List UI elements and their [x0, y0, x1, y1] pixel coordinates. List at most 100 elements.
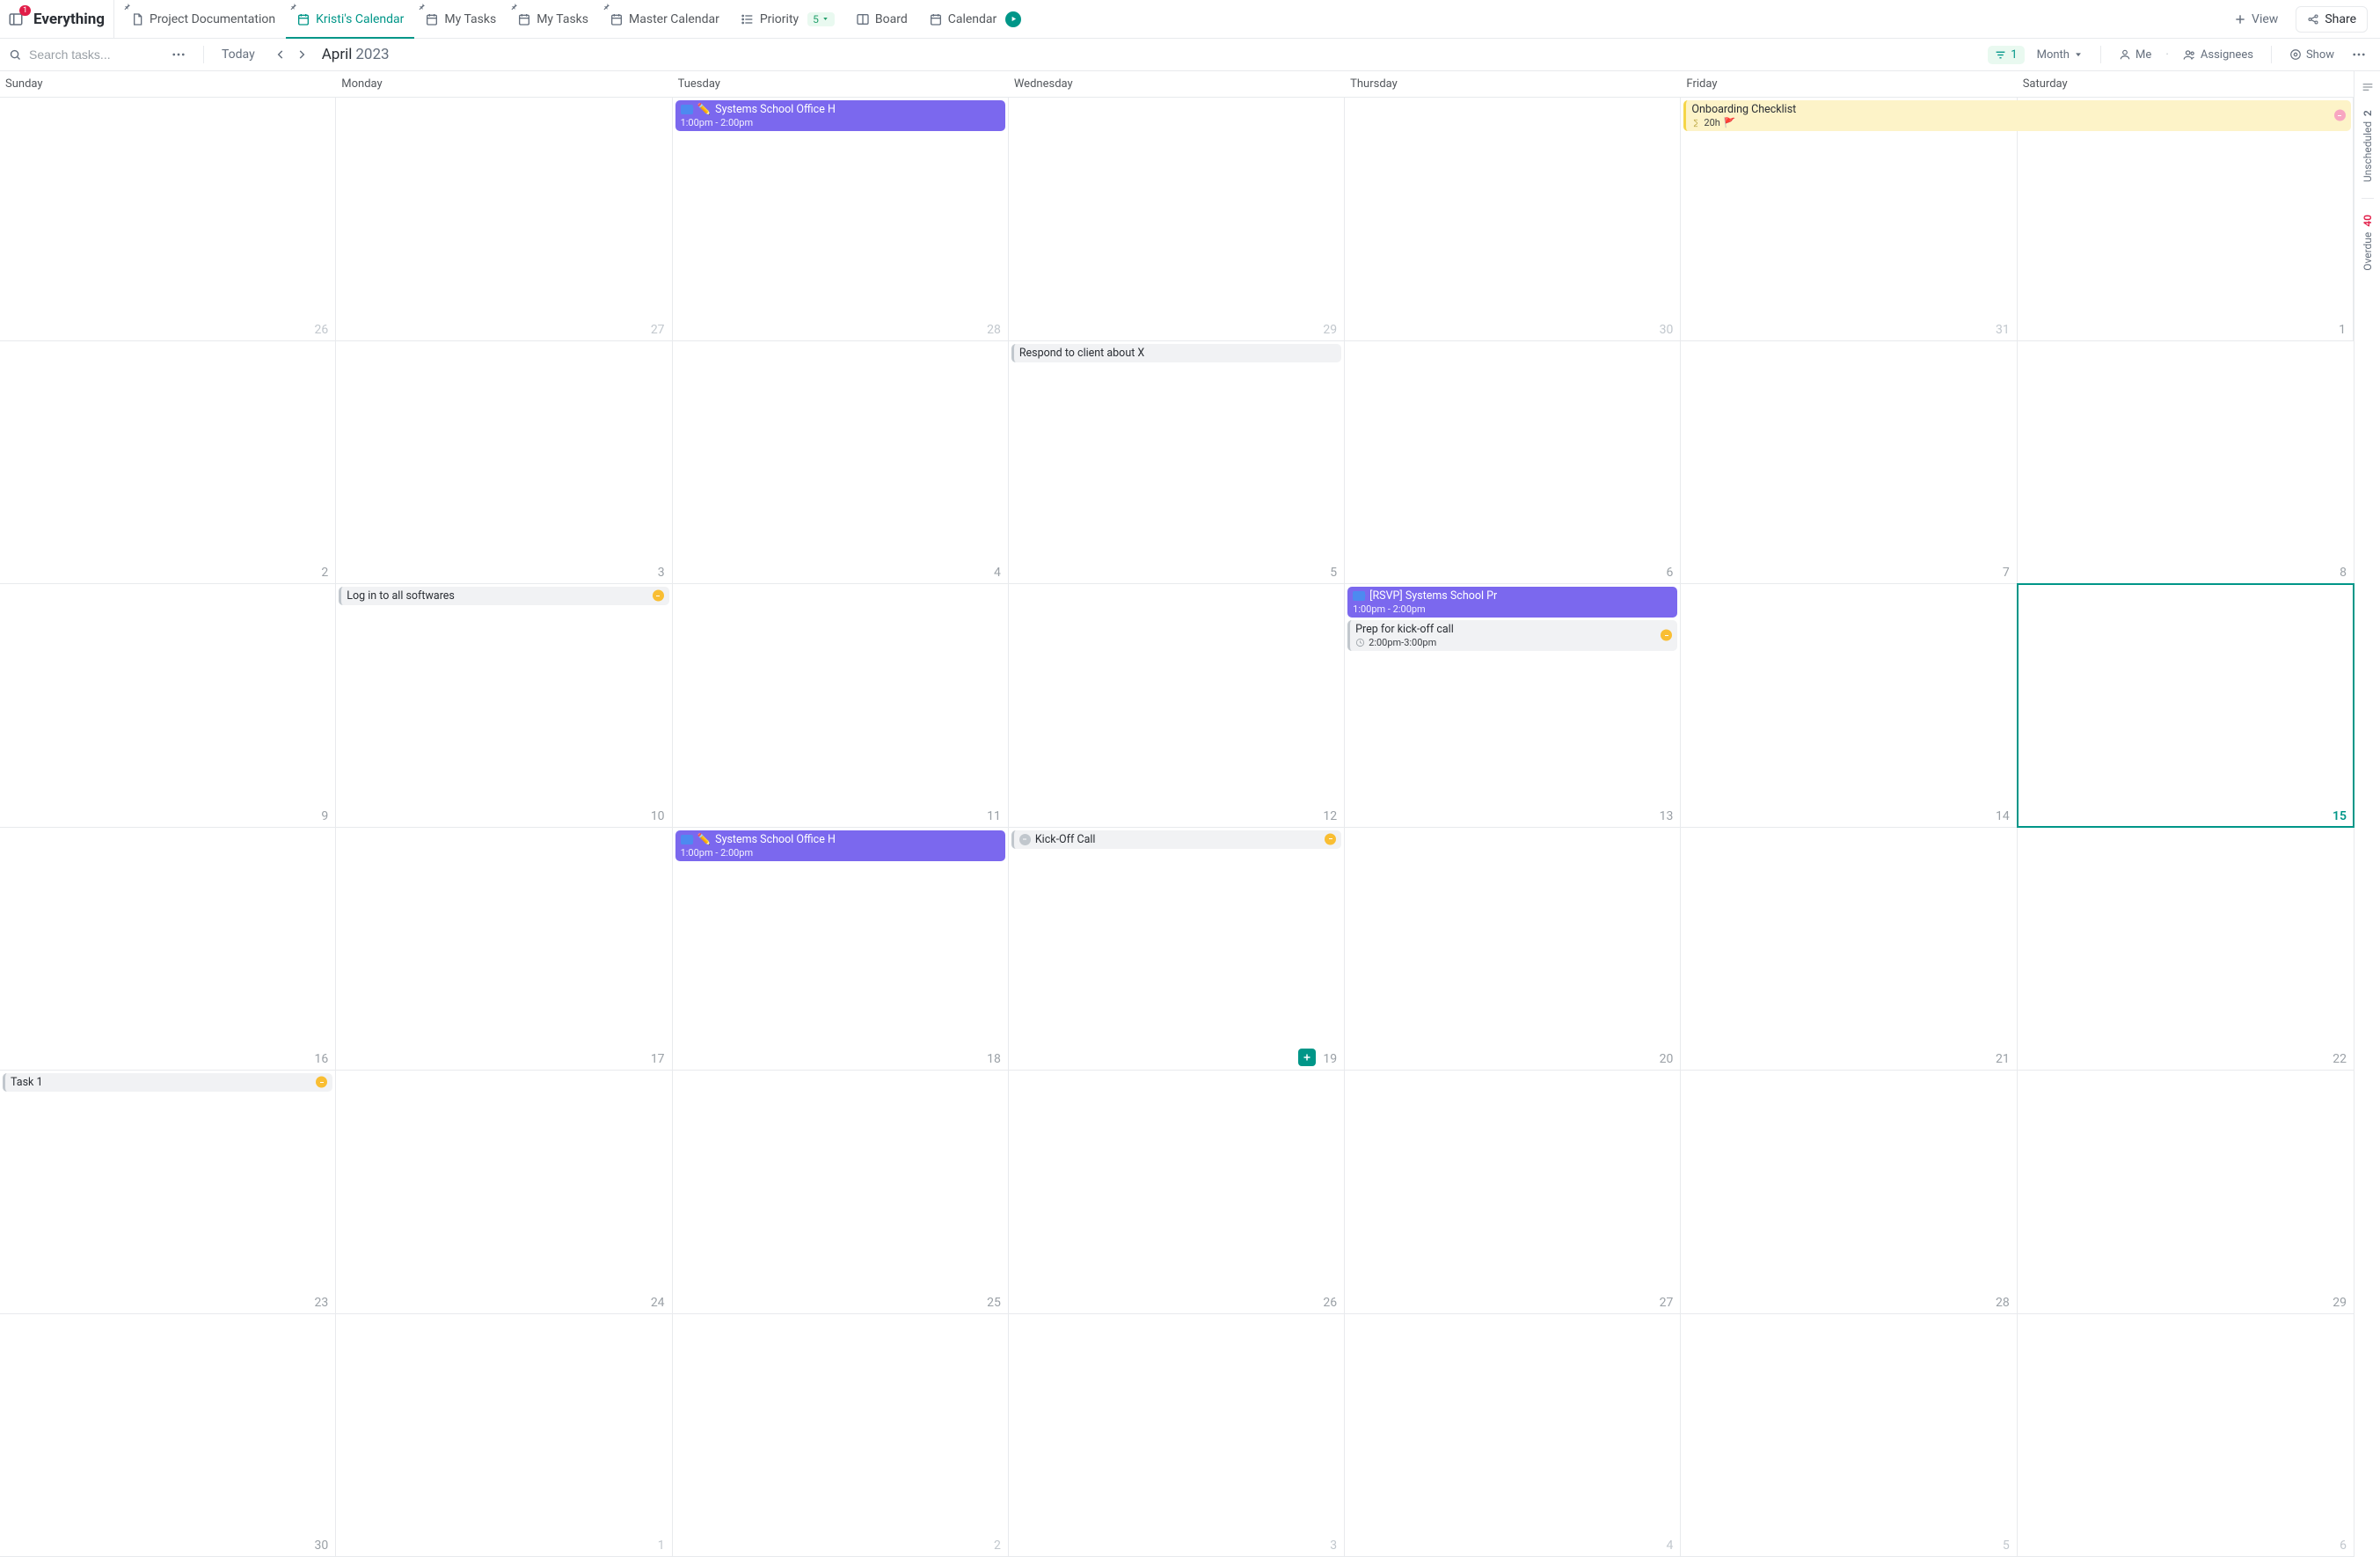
- tab-my-tasks[interactable]: My Tasks: [507, 0, 599, 39]
- day-cell[interactable]: 2: [0, 341, 336, 584]
- calendar-event[interactable]: Log in to all softwares: [339, 587, 668, 605]
- search-input[interactable]: [29, 48, 152, 62]
- calendar-grid: SundayMondayTuesdayWednesdayThursdayFrid…: [0, 71, 2354, 1557]
- day-cell[interactable]: 9: [0, 584, 336, 827]
- me-filter-button[interactable]: Me: [2114, 48, 2157, 62]
- calendar-event-spanning[interactable]: Onboarding Checklist20h 🚩: [1683, 100, 2351, 131]
- day-cell[interactable]: 3: [336, 341, 672, 584]
- event-title: Task 1: [11, 1076, 42, 1089]
- autoplay-icon[interactable]: [1005, 11, 1021, 27]
- calendar-event[interactable]: ✏️Systems School Office H1:00pm - 2:00pm: [675, 100, 1005, 131]
- day-number: 18: [987, 1052, 1001, 1066]
- day-number: 17: [651, 1052, 665, 1066]
- day-cell[interactable]: 27: [1345, 1071, 1681, 1313]
- day-cell[interactable]: 7: [1681, 341, 2017, 584]
- day-cell[interactable]: Log in to all softwares10: [336, 584, 672, 827]
- unscheduled-count: 2: [2362, 110, 2374, 116]
- video-icon: [681, 835, 693, 844]
- flag-icon: 🚩: [1724, 117, 1736, 128]
- tab-my-tasks[interactable]: My Tasks: [414, 0, 507, 39]
- overdue-panel-toggle[interactable]: Overdue 40: [2362, 215, 2374, 271]
- day-number: 25: [987, 1296, 1001, 1310]
- sidebar-toggle[interactable]: 1: [5, 9, 26, 30]
- day-cell[interactable]: [RSVP] Systems School Pr1:00pm - 2:00pmP…: [1345, 584, 1681, 827]
- day-number: 20: [1660, 1052, 1674, 1066]
- calendar-event[interactable]: [RSVP] Systems School Pr1:00pm - 2:00pm: [1347, 587, 1677, 618]
- unscheduled-panel-toggle[interactable]: Unscheduled 2: [2362, 110, 2374, 182]
- day-cell[interactable]: Kick-Off Call19: [1009, 828, 1345, 1071]
- day-cell[interactable]: 26: [0, 98, 336, 340]
- period-selector[interactable]: Month: [2032, 48, 2088, 62]
- day-cell[interactable]: 4: [673, 341, 1009, 584]
- day-cell[interactable]: 25: [673, 1071, 1009, 1313]
- calendar-event[interactable]: Task 1: [3, 1073, 332, 1092]
- add-view-button[interactable]: View: [2225, 5, 2287, 33]
- status-dot: [1019, 834, 1031, 845]
- chevron-right-icon[interactable]: [296, 48, 308, 61]
- day-cell[interactable]: 8: [2018, 341, 2354, 584]
- filter-chip[interactable]: 1: [1988, 46, 2024, 64]
- day-cell[interactable]: 27: [336, 98, 672, 340]
- day-cell[interactable]: 30: [1345, 98, 1681, 340]
- day-cell[interactable]: 24: [336, 1071, 672, 1313]
- more-options-button[interactable]: [166, 42, 191, 67]
- people-icon: [2183, 48, 2196, 62]
- day-cell[interactable]: 21: [1681, 828, 2017, 1071]
- workspace-name[interactable]: Everything: [30, 0, 114, 39]
- overdue-label: Overdue: [2362, 232, 2374, 271]
- calendar-event[interactable]: ✏️Systems School Office H1:00pm - 2:00pm: [675, 830, 1005, 861]
- day-cell[interactable]: Task 1 23: [0, 1071, 336, 1313]
- calendar-event[interactable]: Kick-Off Call: [1011, 830, 1341, 849]
- tab-calendar[interactable]: Calendar: [918, 0, 1033, 39]
- rail-toggle-icon[interactable]: [2361, 80, 2375, 94]
- day-cell[interactable]: 22: [2018, 828, 2354, 1071]
- day-cell[interactable]: 16: [0, 828, 336, 1071]
- divider: [2271, 46, 2272, 63]
- day-cell[interactable]: 12: [1009, 584, 1345, 827]
- add-task-button[interactable]: [1298, 1049, 1316, 1066]
- day-cell[interactable]: 15: [2018, 584, 2354, 827]
- day-number: 28: [1996, 1296, 2010, 1310]
- tab-label: Project Documentation: [150, 12, 275, 26]
- calendar-event[interactable]: Prep for kick-off call2:00pm-3:00pm: [1347, 620, 1677, 651]
- show-settings-button[interactable]: Show: [2284, 48, 2340, 62]
- chevron-left-icon[interactable]: [274, 48, 287, 61]
- day-cell[interactable]: 5: [1681, 1314, 2017, 1557]
- day-cell[interactable]: 29: [1009, 98, 1345, 340]
- day-number: 23: [315, 1296, 329, 1310]
- assignees-filter-button[interactable]: Assignees: [2178, 48, 2259, 62]
- day-cell[interactable]: 30: [0, 1314, 336, 1557]
- tab-project-documentation[interactable]: Project Documentation: [120, 0, 286, 39]
- day-cell[interactable]: Respond to client about X5: [1009, 341, 1345, 584]
- day-cell[interactable]: 4: [1345, 1314, 1681, 1557]
- share-button[interactable]: Share: [2296, 6, 2368, 33]
- day-cell[interactable]: 20: [1345, 828, 1681, 1071]
- day-cell[interactable]: ✏️Systems School Office H1:00pm - 2:00pm…: [673, 98, 1009, 340]
- day-cell[interactable]: 3: [1009, 1314, 1345, 1557]
- list-icon: [741, 12, 755, 26]
- calendar-week: Task 1 23 24 25 2627 28 29: [0, 1071, 2354, 1314]
- day-header: Thursday: [1345, 71, 1681, 97]
- tab-master-calendar[interactable]: Master Calendar: [599, 0, 730, 39]
- tab-priority[interactable]: Priority5: [730, 0, 845, 39]
- event-title: [RSVP] Systems School Pr: [1369, 589, 1497, 603]
- day-header: Tuesday: [673, 71, 1009, 97]
- day-cell[interactable]: 29: [2018, 1071, 2354, 1313]
- day-cell[interactable]: 31: [1681, 98, 2017, 340]
- day-cell[interactable]: 6: [2018, 1314, 2354, 1557]
- today-button[interactable]: Today: [216, 48, 260, 62]
- toolbar-more-button[interactable]: [2347, 42, 2371, 67]
- day-cell[interactable]: 11: [673, 584, 1009, 827]
- day-cell[interactable]: 26: [1009, 1071, 1345, 1313]
- day-cell[interactable]: 1: [336, 1314, 672, 1557]
- calendar-event[interactable]: Respond to client about X: [1011, 344, 1341, 362]
- day-cell[interactable]: ✏️Systems School Office H1:00pm - 2:00pm…: [673, 828, 1009, 1071]
- day-cell[interactable]: 2: [673, 1314, 1009, 1557]
- tab-kristi-s-calendar[interactable]: Kristi's Calendar: [286, 0, 414, 39]
- day-cell[interactable]: 28: [1681, 1071, 2017, 1313]
- day-cell[interactable]: 14: [1681, 584, 2017, 827]
- day-cell[interactable]: 6: [1345, 341, 1681, 584]
- tab-board[interactable]: Board: [845, 0, 918, 39]
- day-cell[interactable]: 1: [2018, 98, 2354, 340]
- day-cell[interactable]: 17: [336, 828, 672, 1071]
